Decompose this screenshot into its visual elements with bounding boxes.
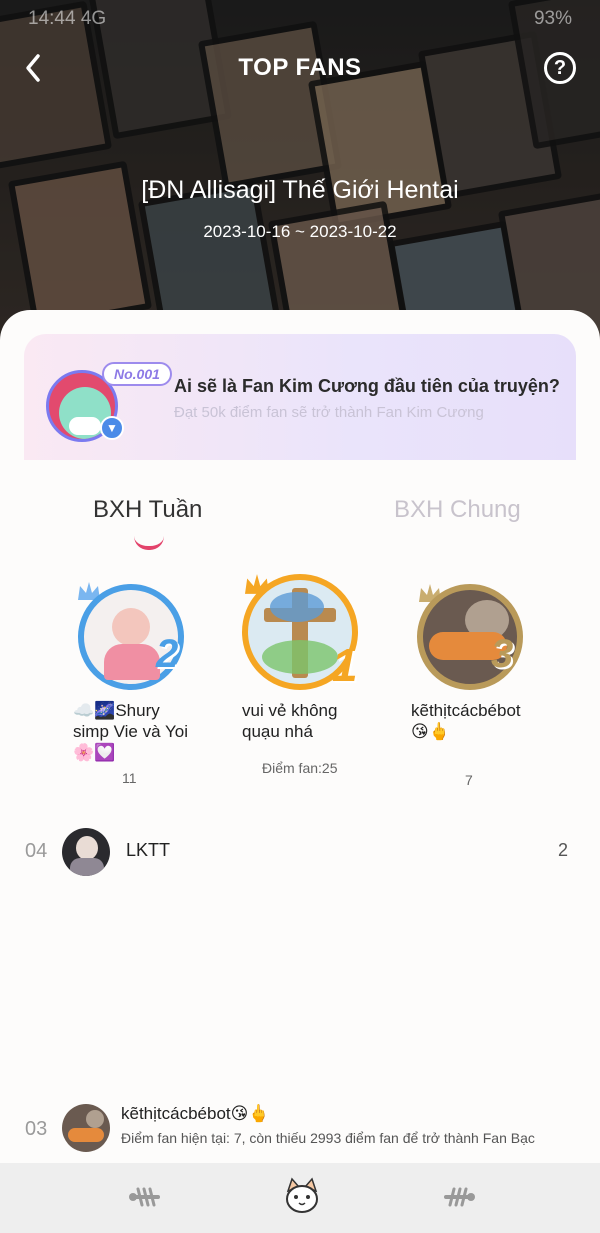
fan-name: kẽthịtcácbébot😘🖕 (411, 701, 521, 741)
tab-weekly[interactable]: BXH Tuần (93, 496, 202, 524)
active-tab-indicator (134, 536, 164, 550)
current-user-name: kẽthịtcácbébot😘🖕 (121, 1104, 270, 1123)
banner-subtext: Đạt 50k điểm fan sẽ trở thành Fan Kim Cư… (174, 404, 484, 421)
help-icon[interactable]: ? (544, 52, 576, 84)
ranking-sheet: ▼ No.001 Ai sẽ là Fan Kim Cương đầu tiên… (0, 310, 600, 1233)
fan-name: ☁️🌌Shury simp Vie và Yoi🌸💟 (73, 701, 188, 762)
fishbone-icon[interactable] (440, 1181, 476, 1213)
avatar (62, 1104, 110, 1152)
banner-headline: Ai sẽ là Fan Kim Cương đầu tiên của truy… (174, 376, 560, 396)
current-user-row[interactable]: 03 kẽthịtcácbébot😘🖕 Điểm fan hiện tại: 7… (0, 1098, 600, 1162)
story-title: [ĐN Allisagi] Thế Giới Hentai (141, 176, 459, 204)
status-bar: 14:44 4G 93% (28, 8, 572, 30)
ranking-tabs: BXH Tuần BXH Chung (0, 496, 600, 550)
page-title: TOP FANS (238, 54, 362, 81)
row-name: LKTT (126, 840, 171, 860)
avatar (62, 828, 110, 876)
fishbone-icon[interactable] (128, 1181, 164, 1213)
cat-face-icon[interactable] (283, 1177, 321, 1215)
hero-banner: 14:44 4G 93% TOP FANS ? [ĐN Allisagi] Th… (0, 0, 600, 360)
row-rank: 03 (25, 1118, 48, 1140)
status-battery: 93% (533, 8, 572, 29)
rank-badge: No.001 (102, 362, 172, 386)
bottom-bar (0, 1163, 600, 1233)
list-item[interactable]: 04 LKTT 2 (0, 822, 600, 882)
row-score: 2 (557, 840, 568, 860)
podium-fan-1[interactable]: 1 vui vẻ không quạu nhá Điểm fan:25 (236, 570, 376, 790)
podium-fan-2[interactable]: 2 ☁️🌌Shury simp Vie và Yoi🌸💟 11 (60, 570, 210, 790)
podium-fan-3[interactable]: 3 kẽthịtcácbébot😘🖕 7 (405, 570, 555, 790)
rank-number: 2 (156, 632, 179, 676)
fan-score: Điểm fan:25 (262, 760, 338, 776)
fan-name: vui vẻ không quạu nhá (242, 701, 338, 741)
fan-score: 11 (122, 770, 137, 786)
current-user-progress: Điểm fan hiện tại: 7, còn thiếu 2993 điể… (121, 1130, 535, 1146)
diamond-fan-banner[interactable]: ▼ No.001 Ai sẽ là Fan Kim Cương đầu tiên… (24, 334, 576, 460)
tab-overall[interactable]: BXH Chung (394, 496, 521, 524)
row-rank: 04 (25, 840, 48, 862)
status-time: 14:44 4G (28, 8, 107, 29)
diamond-icon: ▼ (100, 416, 124, 440)
rank-number: 1 (332, 639, 358, 691)
top-bar: TOP FANS ? (0, 48, 600, 88)
date-range: 2023-10-16 ~ 2023-10-22 (203, 222, 397, 241)
rank-number: 3 (491, 632, 514, 676)
fan-score: 7 (465, 772, 473, 788)
top-three-podium: 2 ☁️🌌Shury simp Vie và Yoi🌸💟 11 1 vui vẻ… (0, 570, 600, 790)
